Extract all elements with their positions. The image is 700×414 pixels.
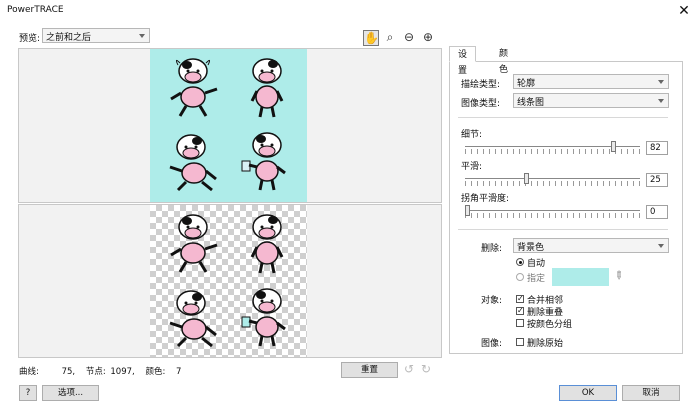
radio-auto-label: 自动	[527, 259, 546, 269]
zoom-in-icon[interactable]: ⊕	[420, 30, 436, 46]
image-type-value: 线条图	[517, 98, 545, 108]
ok-button[interactable]: OK	[559, 385, 617, 401]
colors-count: 7	[176, 367, 182, 377]
nodes-count: 1097,	[110, 367, 135, 377]
chevron-down-icon	[658, 244, 664, 248]
remove-select[interactable]: 背景色	[513, 238, 669, 253]
cow-figure	[170, 58, 218, 117]
cow-figure	[169, 134, 217, 192]
tab-colors[interactable]: 颜色	[491, 46, 516, 75]
zoom-fit-icon[interactable]: ⌕	[382, 30, 398, 46]
slider-ticks	[465, 213, 640, 218]
window-title: PowerTRACE	[7, 5, 64, 15]
corner-value-input[interactable]: 0	[646, 205, 668, 219]
after-image	[150, 205, 307, 357]
reset-button[interactable]: 重置	[341, 362, 398, 378]
preview-mode-value: 之前和之后	[46, 33, 92, 43]
chevron-down-icon	[658, 99, 664, 103]
preview-label: 预览:	[19, 34, 41, 44]
traced-cow-figure	[241, 288, 286, 347]
trace-type-select[interactable]: 轮廓	[513, 74, 669, 89]
options-button[interactable]: 选项...	[42, 385, 99, 401]
traced-cow-figure	[169, 290, 217, 348]
radio-specify[interactable]	[516, 273, 524, 281]
delete-original-checkbox[interactable]	[516, 338, 524, 346]
slider-thumb[interactable]	[524, 173, 529, 184]
image-label: 图像:	[481, 339, 503, 349]
close-icon[interactable]: ✕	[674, 2, 694, 22]
colors-label: 颜色:	[145, 367, 166, 377]
cow-figure	[250, 58, 284, 118]
radio-specify-label: 指定	[527, 274, 546, 284]
smoothing-slider[interactable]	[465, 172, 640, 186]
preview-mode-select[interactable]: 之前和之后	[42, 28, 150, 43]
slider-thumb[interactable]	[465, 205, 470, 216]
pan-hand-icon[interactable]: ✋	[363, 30, 379, 46]
curves-count: 75,	[61, 367, 76, 377]
before-preview-panel[interactable]	[18, 48, 442, 203]
remove-overlap-checkbox[interactable]: ✓	[516, 307, 524, 315]
slider-track	[465, 178, 640, 179]
specify-color-swatch[interactable]	[552, 268, 609, 286]
slider-thumb[interactable]	[611, 141, 616, 152]
objects-label: 对象:	[481, 296, 503, 306]
chevron-down-icon	[658, 80, 664, 84]
detail-slider[interactable]	[465, 140, 640, 154]
corner-smoothness-label: 拐角平滑度:	[461, 194, 510, 204]
group-by-color-label: 按颜色分组	[527, 320, 573, 330]
divider	[458, 229, 668, 230]
title-bar	[0, 0, 700, 24]
group-by-color-checkbox[interactable]	[516, 319, 524, 327]
detail-label: 细节:	[461, 130, 483, 140]
nodes-label: 节点:	[85, 367, 106, 377]
delete-original-label: 删除原始	[527, 339, 564, 349]
after-preview-panel[interactable]	[18, 204, 442, 358]
before-image	[150, 49, 307, 202]
merge-adjacent-checkbox[interactable]: ✓	[516, 295, 524, 303]
remove-value: 背景色	[517, 243, 545, 253]
undo-icon[interactable]: ↺	[404, 362, 414, 376]
slider-track	[465, 210, 640, 211]
slider-ticks	[465, 181, 640, 186]
cancel-button[interactable]: 取消	[622, 385, 680, 401]
zoom-out-icon[interactable]: ⊖	[401, 30, 417, 46]
remove-label: 删除:	[481, 244, 503, 254]
chevron-down-icon	[139, 34, 145, 38]
image-type-select[interactable]: 线条图	[513, 93, 669, 108]
tab-settings[interactable]: 设置	[449, 46, 477, 76]
smoothing-label: 平滑:	[461, 162, 483, 172]
image-type-label: 图像类型:	[461, 99, 501, 109]
detail-value-input[interactable]: 82	[646, 141, 668, 155]
divider	[458, 117, 668, 118]
cow-figure	[241, 132, 286, 191]
traced-cow-figure	[170, 214, 218, 273]
corner-smoothness-slider[interactable]	[465, 204, 640, 218]
curves-label: 曲线:	[19, 367, 39, 377]
radio-auto[interactable]	[516, 258, 524, 266]
trace-type-value: 轮廓	[517, 79, 536, 89]
redo-icon[interactable]: ↻	[421, 362, 431, 376]
traced-cow-figure	[250, 214, 284, 274]
smoothing-value-input[interactable]: 25	[646, 173, 668, 187]
status-bar: 曲线: 75, 节点: 1097, 颜色: 7	[19, 365, 181, 377]
help-button[interactable]: ?	[19, 385, 37, 401]
